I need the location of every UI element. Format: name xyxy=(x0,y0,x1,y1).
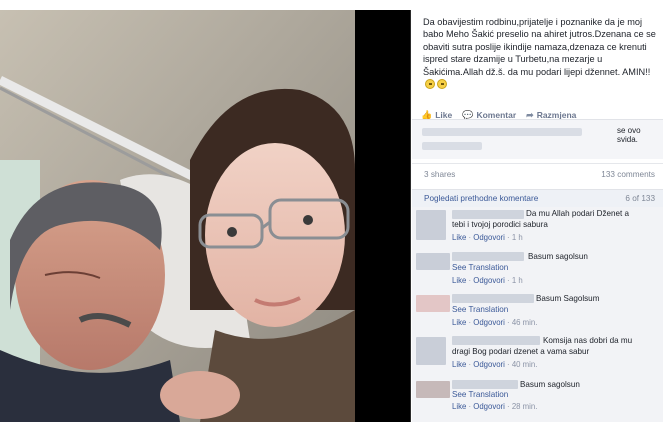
comment-item: Basum Sagolsum See Translation Like · Od… xyxy=(412,293,663,333)
comment-text: Basum Sagolsum xyxy=(536,294,600,303)
comment-text: Da mu Allah podari Dženet a xyxy=(526,209,630,218)
shares-row: 3 shares 133 comments xyxy=(412,163,663,181)
comment-like-link[interactable]: Like xyxy=(452,360,466,369)
commenter-name[interactable] xyxy=(452,210,524,219)
lightbox-frame xyxy=(355,10,410,422)
comment-meta: Like · Odgovori · 1 h xyxy=(452,276,523,285)
comment-reply-link[interactable]: Odgovori xyxy=(473,276,505,285)
see-translation-link[interactable]: See Translation xyxy=(452,305,508,314)
post-text: Da obavijestim rodbinu,prijatelje i pozn… xyxy=(423,17,656,77)
commenter-name[interactable] xyxy=(452,294,534,303)
comments-page-count: 6 of 133 xyxy=(625,194,655,203)
comment-like-link[interactable]: Like xyxy=(452,233,466,242)
comment-like-link[interactable]: Like xyxy=(452,402,466,411)
screenshot-frame: Da obavijestim rodbinu,prijatelje i pozn… xyxy=(0,0,670,433)
avatar[interactable] xyxy=(416,253,450,270)
comment-meta: Like · Odgovori · 28 min. xyxy=(452,402,538,411)
comment-meta: Like · Odgovori · 1 h xyxy=(452,233,523,242)
photo-illustration xyxy=(0,10,355,422)
comment-reply-link[interactable]: Odgovori xyxy=(473,233,505,242)
comment-reply-link[interactable]: Odgovori xyxy=(473,318,505,327)
avatar[interactable] xyxy=(416,337,446,365)
comment-item: Da mu Allah podari Dženet a tebi i tvojo… xyxy=(412,208,663,246)
comment-reply-link[interactable]: Odgovori xyxy=(473,402,505,411)
comment-item: Basum sagolsun See Translation Like · Od… xyxy=(412,251,663,289)
shares-count[interactable]: 3 shares xyxy=(424,170,455,179)
previous-comments-row: Pogledati prethodne komentare 6 of 133 xyxy=(412,189,663,207)
blurred-names xyxy=(422,142,482,150)
likes-text: se ovo svida. xyxy=(617,126,641,144)
likes-summary: se ovo svida. xyxy=(412,119,663,159)
post-text-block: Da obavijestim rodbinu,prijatelje i pozn… xyxy=(423,16,658,90)
comment-time: 1 h xyxy=(511,233,523,242)
avatar[interactable] xyxy=(416,295,450,312)
comment-like-link[interactable]: Like xyxy=(452,276,466,285)
comment-time: 1 h xyxy=(511,276,523,285)
comment-text: Basum sagolsun xyxy=(520,380,580,389)
comment-time: 40 min. xyxy=(511,360,538,369)
post-photo[interactable] xyxy=(0,10,355,422)
comment-meta: Like · Odgovori · 46 min. xyxy=(452,318,538,327)
comment-time: 46 min. xyxy=(511,318,538,327)
see-translation-link[interactable]: See Translation xyxy=(452,263,508,272)
avatar[interactable] xyxy=(416,381,450,398)
smiley-icon xyxy=(425,79,435,90)
commenter-name[interactable] xyxy=(452,336,540,345)
comment-text: Basum sagolsun xyxy=(528,252,588,261)
comment-like-link[interactable]: Like xyxy=(452,318,466,327)
smiley-icon xyxy=(437,79,447,90)
avatar[interactable] xyxy=(416,210,446,240)
emoji-group xyxy=(425,79,447,90)
commenter-name[interactable] xyxy=(452,252,524,261)
comment-reply-link[interactable]: Odgovori xyxy=(473,360,505,369)
comments-count[interactable]: 133 comments xyxy=(601,170,655,179)
comment-meta: Like · Odgovori · 40 min. xyxy=(452,360,538,369)
comment-text-continued: tebi i tvojoj porodici sabura xyxy=(452,220,548,229)
see-translation-link[interactable]: See Translation xyxy=(452,390,508,399)
comment-time: 28 min. xyxy=(511,402,538,411)
commenter-name[interactable] xyxy=(452,380,518,389)
blurred-names xyxy=(422,128,582,136)
comment-text: Komsija nas dobri da mu xyxy=(543,336,633,345)
previous-comments-link[interactable]: Pogledati prethodne komentare xyxy=(424,194,538,203)
comment-text-continued: dragi Bog podari dzenet a vama sabur xyxy=(452,347,590,356)
comment-item: Basum sagolsun See Translation Like · Od… xyxy=(412,379,663,419)
comment-item: Komsija nas dobri da mu dragi Bog podari… xyxy=(412,335,663,375)
